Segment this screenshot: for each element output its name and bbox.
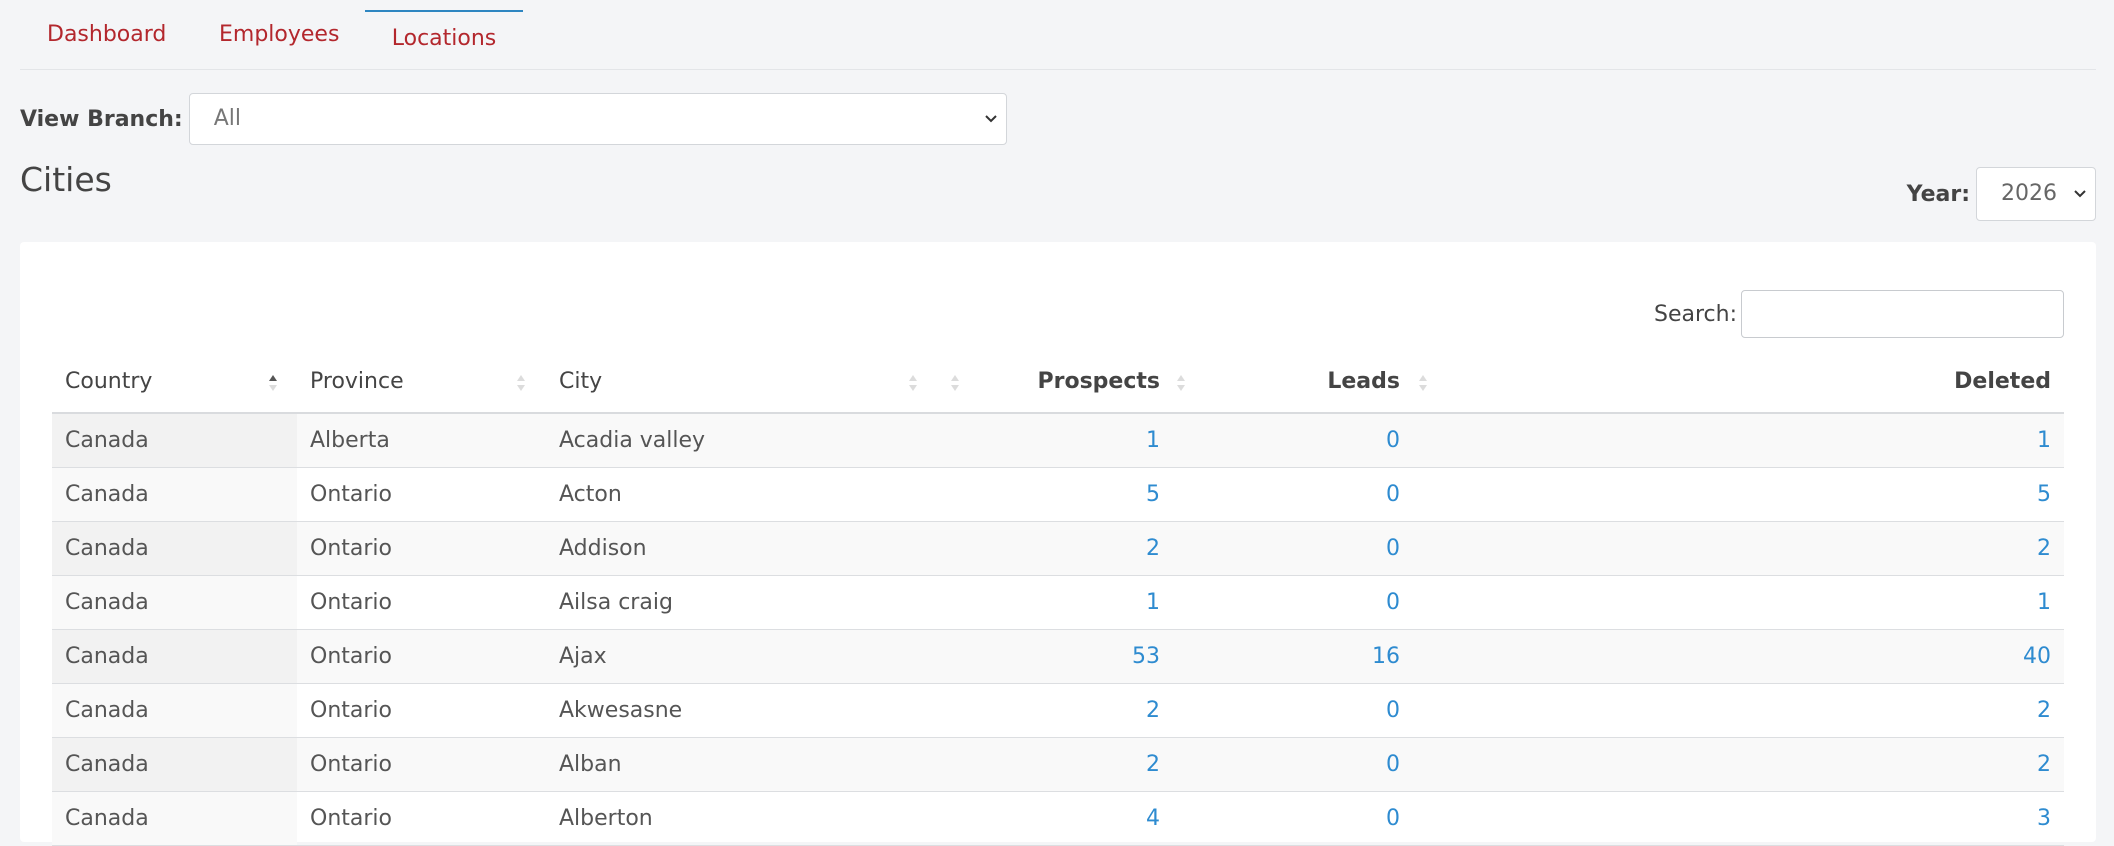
branch-filter: View Branch: All bbox=[20, 92, 1007, 146]
table-body: Canada Alberta Acadia valley 1 0 1 Canada Ontar… bbox=[52, 414, 2064, 846]
sort-icon[interactable] bbox=[1418, 374, 1428, 392]
table-row: Canada Ontario Addison 2 0 2 bbox=[52, 522, 2064, 576]
column-header-province[interactable]: Province bbox=[310, 352, 404, 412]
cell-city: Ailsa craig bbox=[559, 590, 673, 615]
table-row: Canada Ontario Acton 5 0 5 bbox=[52, 468, 2064, 522]
cell-province: Ontario bbox=[310, 806, 392, 831]
cell-leads-link[interactable]: 0 bbox=[1386, 468, 1400, 521]
table-row: Canada Ontario Ajax 53 16 40 bbox=[52, 630, 2064, 684]
cell-deleted-link[interactable]: 1 bbox=[2037, 414, 2051, 467]
cell-province: Ontario bbox=[310, 698, 392, 723]
cell-city: Acton bbox=[559, 482, 622, 507]
cell-province: Ontario bbox=[310, 752, 392, 777]
search-bar: Search: bbox=[1654, 290, 2064, 338]
cell-province: Ontario bbox=[310, 536, 392, 561]
sort-icon[interactable] bbox=[950, 374, 960, 392]
year-filter: Year: 2026 bbox=[1907, 167, 2096, 221]
table-header: Country Province City Prospects Leads De… bbox=[52, 352, 2064, 414]
cell-deleted-link[interactable]: 2 bbox=[2037, 522, 2051, 575]
column-header-country[interactable]: Country bbox=[65, 352, 152, 412]
cell-deleted-link[interactable]: 2 bbox=[2037, 684, 2051, 737]
column-header-prospects[interactable]: Prospects bbox=[1037, 352, 1160, 412]
cell-prospects-link[interactable]: 2 bbox=[1146, 684, 1160, 737]
cell-country: Canada bbox=[65, 482, 149, 507]
cell-deleted-link[interactable]: 3 bbox=[2037, 792, 2051, 845]
cell-leads-link[interactable]: 0 bbox=[1386, 576, 1400, 629]
cell-province: Alberta bbox=[310, 428, 390, 453]
tab-employees[interactable]: Employees bbox=[219, 8, 339, 62]
cell-country: Canada bbox=[65, 806, 149, 831]
table-row: Canada Ontario Alberton 4 0 3 bbox=[52, 792, 2064, 846]
cell-leads-link[interactable]: 0 bbox=[1386, 522, 1400, 575]
cell-prospects-link[interactable]: 1 bbox=[1146, 576, 1160, 629]
chevron-down-icon bbox=[984, 94, 998, 164]
chevron-down-icon bbox=[2073, 168, 2087, 241]
year-label: Year: bbox=[1906, 181, 1970, 207]
cell-leads-link[interactable]: 0 bbox=[1386, 738, 1400, 791]
cell-deleted-link[interactable]: 1 bbox=[2037, 576, 2051, 629]
year-select[interactable]: 2026 bbox=[1976, 167, 2096, 221]
tab-locations[interactable]: Locations bbox=[365, 10, 523, 64]
cell-country: Canada bbox=[65, 698, 149, 723]
cell-city: Alban bbox=[559, 752, 622, 777]
cell-prospects-link[interactable]: 5 bbox=[1146, 468, 1160, 521]
cell-prospects-link[interactable]: 4 bbox=[1146, 792, 1160, 845]
cell-province: Ontario bbox=[310, 644, 392, 669]
cell-city: Akwesasne bbox=[559, 698, 683, 723]
table-row: Canada Ontario Alban 2 0 2 bbox=[52, 738, 2064, 792]
cell-leads-link[interactable]: 0 bbox=[1386, 684, 1400, 737]
cell-deleted-link[interactable]: 40 bbox=[2023, 630, 2051, 683]
cell-deleted-link[interactable]: 5 bbox=[2037, 468, 2051, 521]
tab-dashboard[interactable]: Dashboard bbox=[47, 8, 166, 62]
cell-city: Addison bbox=[559, 536, 647, 561]
search-input[interactable] bbox=[1741, 290, 2064, 338]
branch-selected-value: All bbox=[213, 106, 241, 131]
year-selected-value: 2026 bbox=[2001, 181, 2057, 206]
cell-country: Canada bbox=[65, 644, 149, 669]
cell-city: Alberton bbox=[559, 806, 653, 831]
cell-country: Canada bbox=[65, 428, 149, 453]
table-row: Canada Ontario Akwesasne 2 0 2 bbox=[52, 684, 2064, 738]
column-header-city[interactable]: City bbox=[559, 352, 602, 412]
cell-country: Canada bbox=[65, 536, 149, 561]
nav-tabs: Dashboard Employees Locations bbox=[20, 0, 2096, 70]
cell-deleted-link[interactable]: 2 bbox=[2037, 738, 2051, 791]
search-label: Search: bbox=[1654, 301, 1737, 327]
cell-leads-link[interactable]: 0 bbox=[1386, 792, 1400, 845]
cell-city: Acadia valley bbox=[559, 428, 706, 453]
cell-leads-link[interactable]: 0 bbox=[1386, 414, 1400, 467]
cell-leads-link[interactable]: 16 bbox=[1372, 630, 1400, 683]
cities-table: Country Province City Prospects Leads De… bbox=[52, 352, 2064, 846]
page-title: Cities bbox=[20, 160, 112, 199]
cell-country: Canada bbox=[65, 752, 149, 777]
cell-city: Ajax bbox=[559, 644, 607, 669]
sort-asc-icon[interactable] bbox=[268, 374, 278, 392]
table-row: Canada Ontario Ailsa craig 1 0 1 bbox=[52, 576, 2064, 630]
cell-country: Canada bbox=[65, 590, 149, 615]
column-header-deleted[interactable]: Deleted bbox=[1954, 352, 2051, 412]
column-header-leads[interactable]: Leads bbox=[1327, 352, 1400, 412]
cell-prospects-link[interactable]: 1 bbox=[1146, 414, 1160, 467]
cell-province: Ontario bbox=[310, 482, 392, 507]
sort-icon[interactable] bbox=[516, 374, 526, 392]
table-row: Canada Alberta Acadia valley 1 0 1 bbox=[52, 414, 2064, 468]
branch-select[interactable]: All bbox=[188, 93, 1007, 145]
cell-prospects-link[interactable]: 2 bbox=[1146, 522, 1160, 575]
sort-icon[interactable] bbox=[908, 374, 918, 392]
sort-icon[interactable] bbox=[1176, 374, 1186, 392]
branch-label: View Branch: bbox=[20, 106, 183, 132]
cities-card: Search: Country Province City Prospects bbox=[20, 242, 2096, 846]
cell-province: Ontario bbox=[310, 590, 392, 615]
cell-prospects-link[interactable]: 2 bbox=[1146, 738, 1160, 791]
cell-prospects-link[interactable]: 53 bbox=[1132, 630, 1160, 683]
